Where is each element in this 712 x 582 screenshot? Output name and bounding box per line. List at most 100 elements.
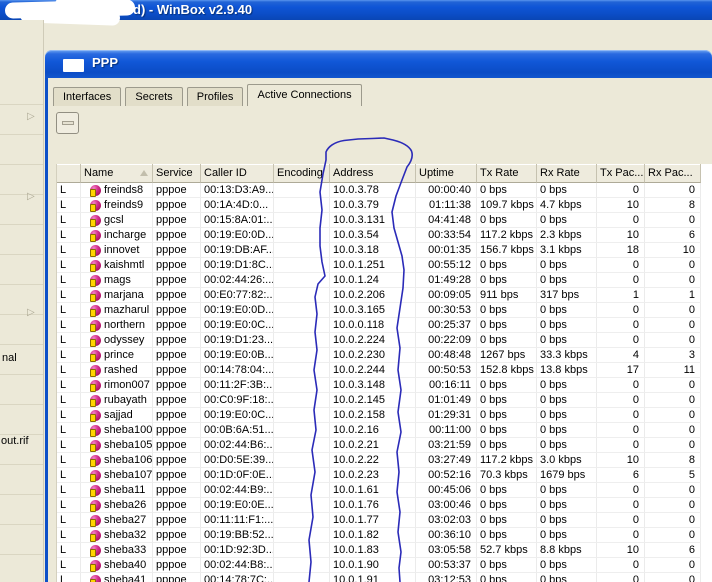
cell-flag: L xyxy=(57,543,81,558)
cell-rx_rate: 0 bps xyxy=(537,183,597,198)
cell-tx_rate: 152.8 kbps xyxy=(477,363,537,378)
tab-profiles[interactable]: Profiles xyxy=(186,87,244,106)
table-row[interactable]: Lsajjad pppoe 00:19:E0:0C... 10.0.2.158 01:2… xyxy=(57,408,712,423)
ppp-title-bar[interactable]: PPP xyxy=(45,50,712,78)
column-header-name[interactable]: Name xyxy=(81,164,153,183)
cell-tx_pac: 0 xyxy=(597,318,645,333)
table-row[interactable]: Lfreinds8 pppoe 00:13:D3:A9... 10.0.3.78 00:… xyxy=(57,183,712,198)
cell-rx_pac: 8 xyxy=(645,198,701,213)
column-header-tx_pac[interactable]: Tx Pac... xyxy=(597,164,645,183)
ppp-user-icon xyxy=(90,319,101,332)
cell-rx_pac: 0 xyxy=(645,258,701,273)
table-row[interactable]: Lsheba107 pppoe 00:1D:0F:0E... 10.0.2.23 00:… xyxy=(57,468,712,483)
table-row[interactable]: Lsheba11 pppoe 00:02:44:B9:... 10.0.1.61 00:… xyxy=(57,483,712,498)
column-header-rx_rate[interactable]: Rx Rate xyxy=(537,164,597,183)
ppp-user-icon xyxy=(90,394,101,407)
cell-rx_pac: 0 xyxy=(645,498,701,513)
submenu-right-arrow-icon[interactable]: ▷ xyxy=(27,192,35,202)
cell-tx_pac: 0 xyxy=(597,273,645,288)
cell-name: sheba40 xyxy=(81,558,153,573)
cell-address: 10.0.1.251 xyxy=(330,258,416,273)
table-row[interactable]: Lsheba26 pppoe 00:19:E0:0E... 10.0.1.76 03:0… xyxy=(57,498,712,513)
table-row[interactable]: Lsheba32 pppoe 00:19:BB:52... 10.0.1.82 00:3… xyxy=(57,528,712,543)
cell-rx_pac: 0 xyxy=(645,273,701,288)
cell-name: gcsl xyxy=(81,213,153,228)
cell-rx_rate: 8.8 kbps xyxy=(537,543,597,558)
table-row[interactable]: Lodyssey pppoe 00:19:D1:23... 10.0.2.224 00:… xyxy=(57,333,712,348)
menu-item-partial[interactable]: out.rif xyxy=(1,435,29,447)
column-header-encoding[interactable]: Encoding xyxy=(274,164,330,183)
table-row[interactable]: Lmarjana pppoe 00:E0:77:82:... 10.0.2.206 00… xyxy=(57,288,712,303)
cell-rx_pac: 0 xyxy=(645,318,701,333)
table-row[interactable]: Linnovet pppoe 00:19:DB:AF... 10.0.3.18 00:0… xyxy=(57,243,712,258)
app-title-bar[interactable]: d) - WinBox v2.9.40 xyxy=(0,0,712,26)
cell-rx_rate: 4.7 kbps xyxy=(537,198,597,213)
ppp-user-icon xyxy=(90,289,101,302)
cell-encoding xyxy=(274,198,330,213)
tab-interfaces[interactable]: Interfaces xyxy=(53,87,122,106)
cell-name: prince xyxy=(81,348,153,363)
tab-active-connections[interactable]: Active Connections xyxy=(247,84,362,106)
cell-uptime: 00:45:06 xyxy=(416,483,477,498)
cell-tx_rate: 0 bps xyxy=(477,513,537,528)
remove-button[interactable] xyxy=(56,112,79,134)
cell-tx_rate: 0 bps xyxy=(477,183,537,198)
cell-service: pppoe xyxy=(153,348,201,363)
cell-name: sheba32 xyxy=(81,528,153,543)
cell-name: sheba41 xyxy=(81,573,153,582)
cell-flag: L xyxy=(57,198,81,213)
menu-item-partial[interactable]: nal xyxy=(2,352,17,364)
cell-name: rashed xyxy=(81,363,153,378)
table-row[interactable]: Lsheba100 pppoe 00:0B:6A:51... 10.0.2.16 00:… xyxy=(57,423,712,438)
table-row[interactable]: Lmazharul pppoe 00:19:E0:0D... 10.0.3.165 00… xyxy=(57,303,712,318)
cell-encoding xyxy=(274,228,330,243)
cell-name: mazharul xyxy=(81,303,153,318)
cell-caller_id: 00:E0:77:82:... xyxy=(201,288,274,303)
ppp-user-icon xyxy=(90,484,101,497)
column-header-caller_id[interactable]: Caller ID xyxy=(201,164,274,183)
cell-uptime: 01:49:28 xyxy=(416,273,477,288)
column-header-address[interactable]: Address xyxy=(330,164,416,183)
table-row[interactable]: Lsheba105 pppoe 00:02:44:B6:... 10.0.2.21 03… xyxy=(57,438,712,453)
table-row[interactable]: Lfreinds9 pppoe 00:1A:4D:0... 10.0.3.79 01:1… xyxy=(57,198,712,213)
table-row[interactable]: Lrashed pppoe 00:14:78:04:... 10.0.2.244 00:… xyxy=(57,363,712,378)
column-header-tx_rate[interactable]: Tx Rate xyxy=(477,164,537,183)
table-row[interactable]: Lgcsl pppoe 00:15:8A:01:... 10.0.3.131 04:41… xyxy=(57,213,712,228)
cell-address: 10.0.2.21 xyxy=(330,438,416,453)
cell-rx_pac: 0 xyxy=(645,378,701,393)
table-row[interactable]: Lsheba106 pppoe 00:D0:5E:39... 10.0.2.22 03:… xyxy=(57,453,712,468)
table-row[interactable]: Lrubayath pppoe 00:C0:9F:18:... 10.0.2.145 0… xyxy=(57,393,712,408)
cell-flag: L xyxy=(57,438,81,453)
column-header-service[interactable]: Service xyxy=(153,164,201,183)
table-row[interactable]: Lsheba40 pppoe 00:02:44:B8:... 10.0.1.90 00:… xyxy=(57,558,712,573)
table-row[interactable]: Lkaishmtl pppoe 00:19:D1:8C... 10.0.1.251 00… xyxy=(57,258,712,273)
table-row[interactable]: Lmags pppoe 00:02:44:26:... 10.0.1.24 01:49:… xyxy=(57,273,712,288)
ppp-window-body: Interfaces Secrets Profiles Active Conne… xyxy=(45,78,712,582)
ppp-user-icon xyxy=(90,259,101,272)
table-row[interactable]: Lsheba41 pppoe 00:14:78:7C:... 10.0.1.91 03:… xyxy=(57,573,712,582)
cell-caller_id: 00:19:DB:AF... xyxy=(201,243,274,258)
cell-flag: L xyxy=(57,453,81,468)
cell-address: 10.0.2.244 xyxy=(330,363,416,378)
tab-secrets[interactable]: Secrets xyxy=(125,87,183,106)
ppp-user-icon xyxy=(90,379,101,392)
cell-tx_pac: 18 xyxy=(597,243,645,258)
column-header-rx_pac[interactable]: Rx Pac... xyxy=(645,164,701,183)
cell-name: marjana xyxy=(81,288,153,303)
table-row[interactable]: Lrimon007 pppoe 00:11:2F:3B:... 10.0.3.148 0… xyxy=(57,378,712,393)
cell-uptime: 01:11:38 xyxy=(416,198,477,213)
cell-caller_id: 00:19:E0:0C... xyxy=(201,318,274,333)
column-header-flag[interactable] xyxy=(57,164,81,183)
cell-encoding xyxy=(274,363,330,378)
column-header-uptime[interactable]: Uptime xyxy=(416,164,477,183)
cell-name: sheba100 xyxy=(81,423,153,438)
submenu-right-arrow-icon[interactable]: ▷ xyxy=(27,308,35,318)
table-row[interactable]: Lprince pppoe 00:19:E0:0B... 10.0.2.230 00:4… xyxy=(57,348,712,363)
submenu-right-arrow-icon[interactable]: ▷ xyxy=(27,112,35,122)
table-row[interactable]: Lsheba27 pppoe 00:11:11:F1:... 10.0.1.77 03:… xyxy=(57,513,712,528)
table-row[interactable]: Lincharge pppoe 00:19:E0:0D... 10.0.3.54 00:… xyxy=(57,228,712,243)
cell-encoding xyxy=(274,333,330,348)
cell-caller_id: 00:15:8A:01:... xyxy=(201,213,274,228)
table-row[interactable]: Lsheba33 pppoe 00:1D:92:3D... 10.0.1.83 03:0… xyxy=(57,543,712,558)
table-row[interactable]: Lnorthern pppoe 00:19:E0:0C... 10.0.0.118 00… xyxy=(57,318,712,333)
